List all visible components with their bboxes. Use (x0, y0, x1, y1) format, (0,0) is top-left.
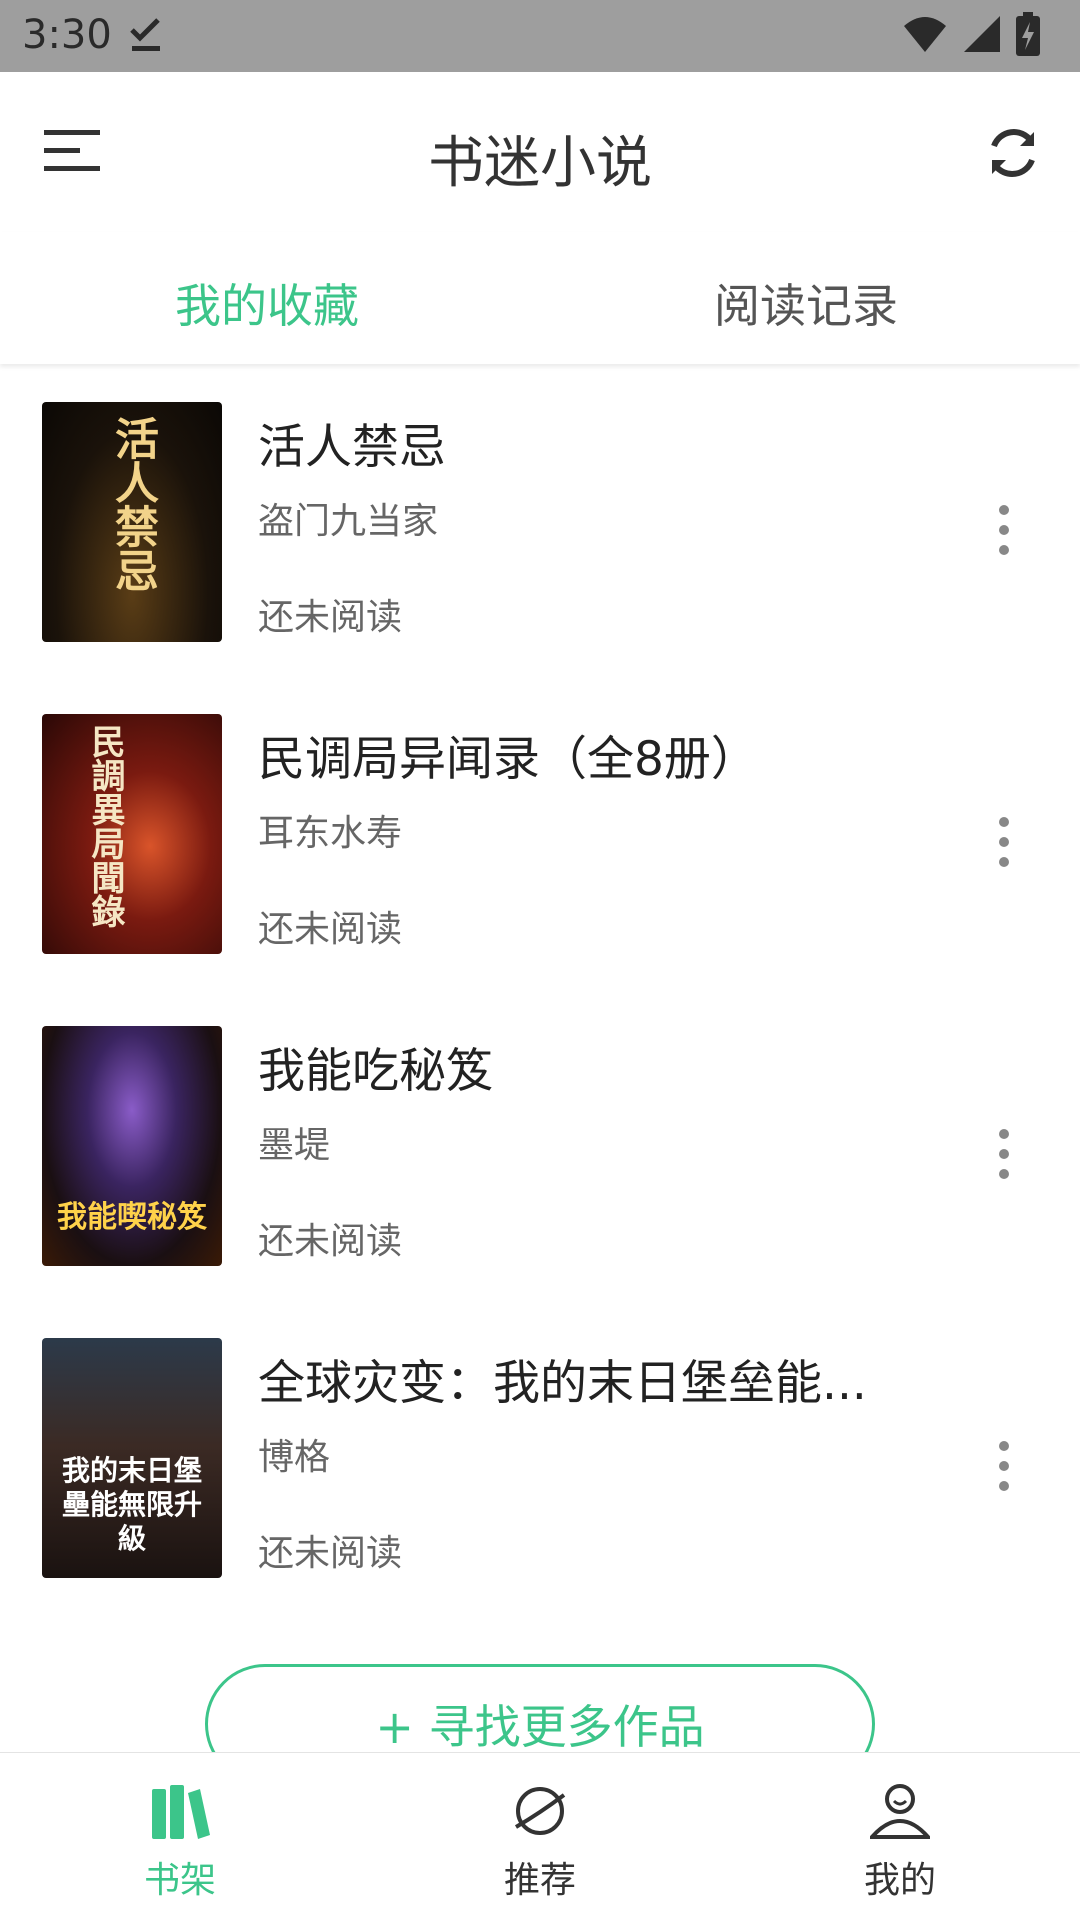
book-author: 博格 (258, 1437, 331, 1478)
book-title: 民调局异闻录（全8册） (258, 732, 758, 787)
reading-status: 还未阅读 (258, 909, 403, 950)
tab-bar: 我的收藏 阅读记录 (0, 232, 1080, 364)
more-options-icon[interactable] (994, 1436, 1014, 1496)
reading-status: 还未阅读 (258, 597, 403, 638)
user-icon (867, 1784, 933, 1839)
book-author: 耳东水寿 (258, 813, 403, 854)
book-title: 活人禁忌 (258, 420, 446, 475)
reading-status: 还未阅读 (258, 1221, 403, 1262)
book-author: 盗门九当家 (258, 501, 439, 542)
book-item[interactable]: 民調異局聞錄 民调局异闻录（全8册） 耳东水寿 还未阅读 (0, 676, 1080, 988)
download-done-icon (130, 18, 160, 51)
page-title: 书迷小说 (428, 131, 652, 196)
reading-status: 还未阅读 (258, 1533, 403, 1574)
bookshelf-icon (152, 1785, 210, 1839)
nav-label: 我的 (863, 1860, 936, 1901)
book-cover[interactable]: 我的末日堡壘能無限升級 (42, 1338, 222, 1578)
wifi-icon (904, 17, 946, 52)
book-item[interactable]: 活人禁忌 活人禁忌 盗门九当家 还未阅读 (0, 364, 1080, 676)
signal-icon (964, 16, 1000, 52)
book-cover[interactable]: 活人禁忌 (42, 402, 222, 642)
book-cover[interactable]: 我能喫秘笈 (42, 1026, 222, 1266)
book-item[interactable]: 我的末日堡壘能無限升級 全球灾变：我的末日堡垒能... 博格 还未阅读 (0, 1300, 1080, 1612)
cover-title-text: 我能喫秘笈 (57, 1200, 207, 1235)
book-author: 墨堤 (258, 1125, 331, 1166)
nav-label: 书架 (143, 1860, 216, 1901)
cover-title-text: 我的末日堡壘能無限升級 (61, 1454, 202, 1555)
nav-profile[interactable]: 我的 (810, 1783, 990, 1903)
book-item[interactable]: 我能喫秘笈 我能吃秘笈 墨堤 还未阅读 (0, 988, 1080, 1300)
status-time: 3:30 (22, 12, 112, 58)
nav-label: 推荐 (503, 1860, 576, 1901)
tab-reading-history[interactable]: 阅读记录 (714, 270, 898, 336)
cover-title-text: 活人禁忌 (107, 416, 158, 592)
bottom-nav: 书架 推荐 我的 (0, 1752, 1080, 1921)
app-bar: 书迷小说 (0, 72, 1080, 232)
nav-recommend[interactable]: 推荐 (450, 1783, 630, 1903)
book-title: 全球灾变：我的末日堡垒能... (258, 1356, 867, 1411)
nav-bookshelf[interactable]: 书架 (90, 1783, 270, 1903)
more-options-icon[interactable] (994, 1124, 1014, 1184)
status-icons (902, 12, 1040, 56)
book-title: 我能吃秘笈 (258, 1044, 493, 1099)
tab-favorites[interactable]: 我的收藏 (175, 270, 359, 336)
battery-charging-icon (1016, 12, 1040, 56)
cover-title-text: 民調異局聞錄 (85, 724, 125, 928)
refresh-icon[interactable] (986, 126, 1040, 180)
status-bar: 3:30 (0, 0, 1080, 72)
book-cover[interactable]: 民調異局聞錄 (42, 714, 222, 954)
more-options-icon[interactable] (994, 812, 1014, 872)
more-options-icon[interactable] (994, 500, 1014, 560)
planet-icon (514, 1787, 566, 1835)
